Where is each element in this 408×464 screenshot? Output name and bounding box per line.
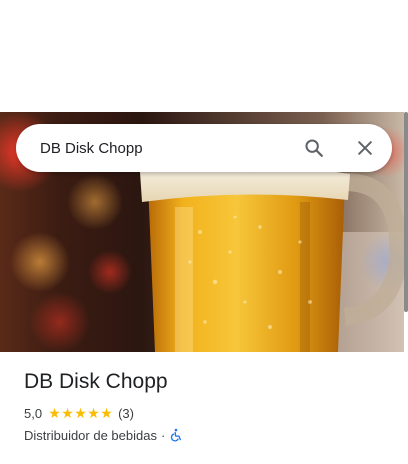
search-icon bbox=[305, 139, 323, 157]
rating-value: 5,0 bbox=[24, 405, 43, 421]
star-icon: ★ bbox=[100, 405, 113, 421]
rating-row: 5,0 ★ ★ ★ ★ ★ (3) bbox=[24, 404, 394, 422]
place-category[interactable]: Distribuidor de bebidas bbox=[24, 428, 157, 443]
place-title: DB Disk Chopp bbox=[24, 370, 168, 393]
separator-dot: · bbox=[160, 427, 166, 443]
star-rating[interactable]: ★ ★ ★ ★ ★ bbox=[48, 406, 113, 420]
star-icon: ★ bbox=[61, 405, 74, 421]
place-info: DB Disk Chopp 5,0 ★ ★ ★ ★ ★ (3) Distribu… bbox=[24, 368, 394, 444]
search-button[interactable] bbox=[302, 136, 326, 160]
star-icon: ★ bbox=[48, 405, 61, 421]
star-icon: ★ bbox=[74, 405, 87, 421]
category-row: Distribuidor de bebidas · bbox=[24, 426, 394, 444]
scrollbar[interactable] bbox=[404, 112, 408, 312]
close-icon bbox=[358, 141, 372, 155]
search-input[interactable] bbox=[40, 136, 280, 160]
review-count[interactable]: (3) bbox=[118, 406, 134, 421]
wheelchair-accessible-icon[interactable] bbox=[169, 428, 183, 442]
star-icon: ★ bbox=[87, 405, 100, 421]
close-button[interactable] bbox=[353, 136, 377, 160]
search-box[interactable] bbox=[16, 124, 392, 172]
place-panel: DB Disk Chopp 5,0 ★ ★ ★ ★ ★ (3) Distribu… bbox=[0, 0, 408, 464]
